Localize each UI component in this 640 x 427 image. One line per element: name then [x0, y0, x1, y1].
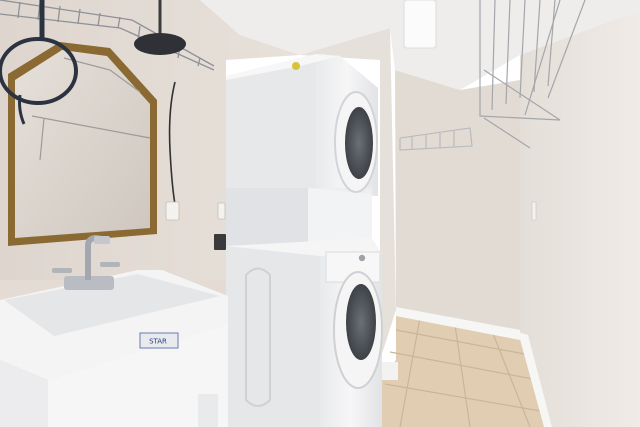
- sink-brand-text: STAR: [149, 338, 167, 346]
- sink-leg: [198, 394, 218, 427]
- ceiling-light: [403, 0, 437, 49]
- washing-machine: [226, 238, 383, 427]
- utility-sink: [0, 270, 228, 427]
- back-wall: [395, 70, 520, 330]
- washer-door-glass: [346, 284, 376, 360]
- light-switch-right: [531, 201, 537, 221]
- wall-outlet: [165, 201, 180, 221]
- sink-brand-label: STAR: [139, 332, 179, 349]
- wall-outlet-2: [217, 202, 226, 220]
- dryer: [226, 54, 378, 252]
- dryer-door-glass: [345, 107, 373, 179]
- laundry-room-photo: STAR: [0, 0, 640, 427]
- dryer-outlet: [214, 234, 226, 250]
